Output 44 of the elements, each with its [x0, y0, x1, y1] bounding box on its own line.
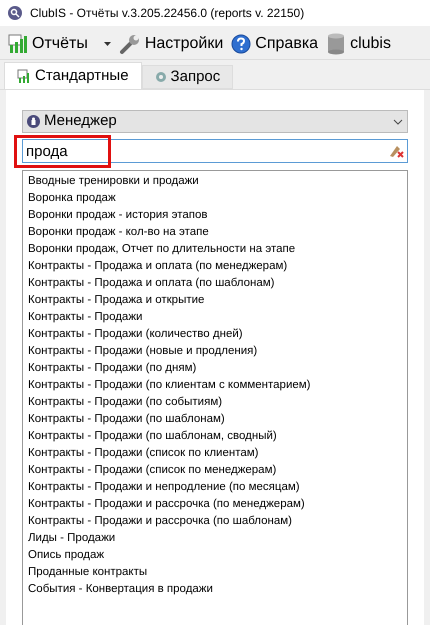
tab[interactable]: Стандартные — [4, 62, 142, 89]
report-item[interactable]: Контракты - Продажи (по шаблонам, сводный) — [28, 428, 402, 444]
chart-icon — [8, 34, 28, 54]
report-item[interactable]: Воронки продаж - кол-во на этапе — [28, 224, 402, 240]
report-item[interactable]: Контракты - Продажи (по клиентам с комментарием) — [28, 376, 402, 394]
wrench-icon — [118, 32, 141, 54]
report-item[interactable]: Воронки продаж, Отчет по длительности на этапе — [28, 240, 402, 258]
user-icon — [27, 115, 40, 128]
report-item[interactable]: Воронка продаж — [28, 190, 402, 206]
report-item[interactable]: Контракты - Продажи (список по менеджерам) — [28, 462, 402, 478]
report-item[interactable]: Контракты - Продажи (количество дней) — [28, 326, 402, 342]
report-item[interactable]: Контракты - Продажи и рассрочка (по менеджерам) — [28, 496, 402, 512]
tab[interactable]: Запрос — [142, 65, 234, 89]
report-item[interactable]: Контракты - Продажи (новые и продления) — [28, 342, 402, 360]
report-item[interactable]: Контракты - Продажа и оплата (по шаблонам) — [28, 274, 402, 292]
category-dropdown[interactable]: Менеджер — [22, 110, 408, 133]
report-item[interactable]: Воронки продаж - история этапов — [28, 206, 402, 224]
report-item[interactable]: Контракты - Продажи (по шаблонам) — [28, 410, 402, 428]
report-icon — [17, 69, 31, 83]
report-item[interactable]: Контракты - Продажи (по дням) — [28, 360, 402, 376]
report-item[interactable]: Контракты - Продажа и оплата (по менеджерам) — [28, 258, 402, 274]
toolbar-button[interactable]: Отчёты — [8, 32, 111, 56]
database-icon — [326, 32, 346, 54]
report-item[interactable]: Опись продаж — [28, 546, 402, 564]
caret-icon — [104, 42, 111, 46]
report-item[interactable]: События - Конвертация в продажи — [28, 580, 402, 598]
report-item[interactable]: Контракты - Продажи и непродление (по месяцам) — [28, 478, 402, 496]
chevron-down-icon — [393, 118, 403, 124]
search-field[interactable]: прода — [22, 139, 408, 163]
report-item[interactable]: Контракты - Продажи и рассрочка (по шаблонам) — [28, 512, 402, 530]
clear-icon[interactable] — [388, 144, 404, 158]
report-item[interactable]: Проданные контракты — [28, 564, 402, 580]
report-item[interactable]: Контракты - Продажи (по событиям) — [28, 394, 402, 410]
report-item[interactable]: Контракты - Продажи — [28, 308, 402, 326]
app-icon — [8, 6, 22, 20]
report-item[interactable]: Вводные тренировки и продажи — [28, 172, 402, 190]
report-item[interactable]: Контракты - Продажи (список по клиентам) — [28, 444, 402, 462]
report-item[interactable]: Контракты - Продажа и открытие — [28, 292, 402, 308]
toolbar-button[interactable]: clubis — [326, 32, 391, 56]
toolbar-button[interactable]: Настройки — [118, 32, 224, 56]
window-title: ClubIS - Отчёты v.3.205.22456.0 (reports v. 22150) — [30, 5, 304, 22]
report-item[interactable]: Лиды - Продажи — [28, 530, 402, 546]
help-icon — [231, 34, 252, 54]
toolbar-button[interactable]: Справка — [231, 32, 318, 56]
